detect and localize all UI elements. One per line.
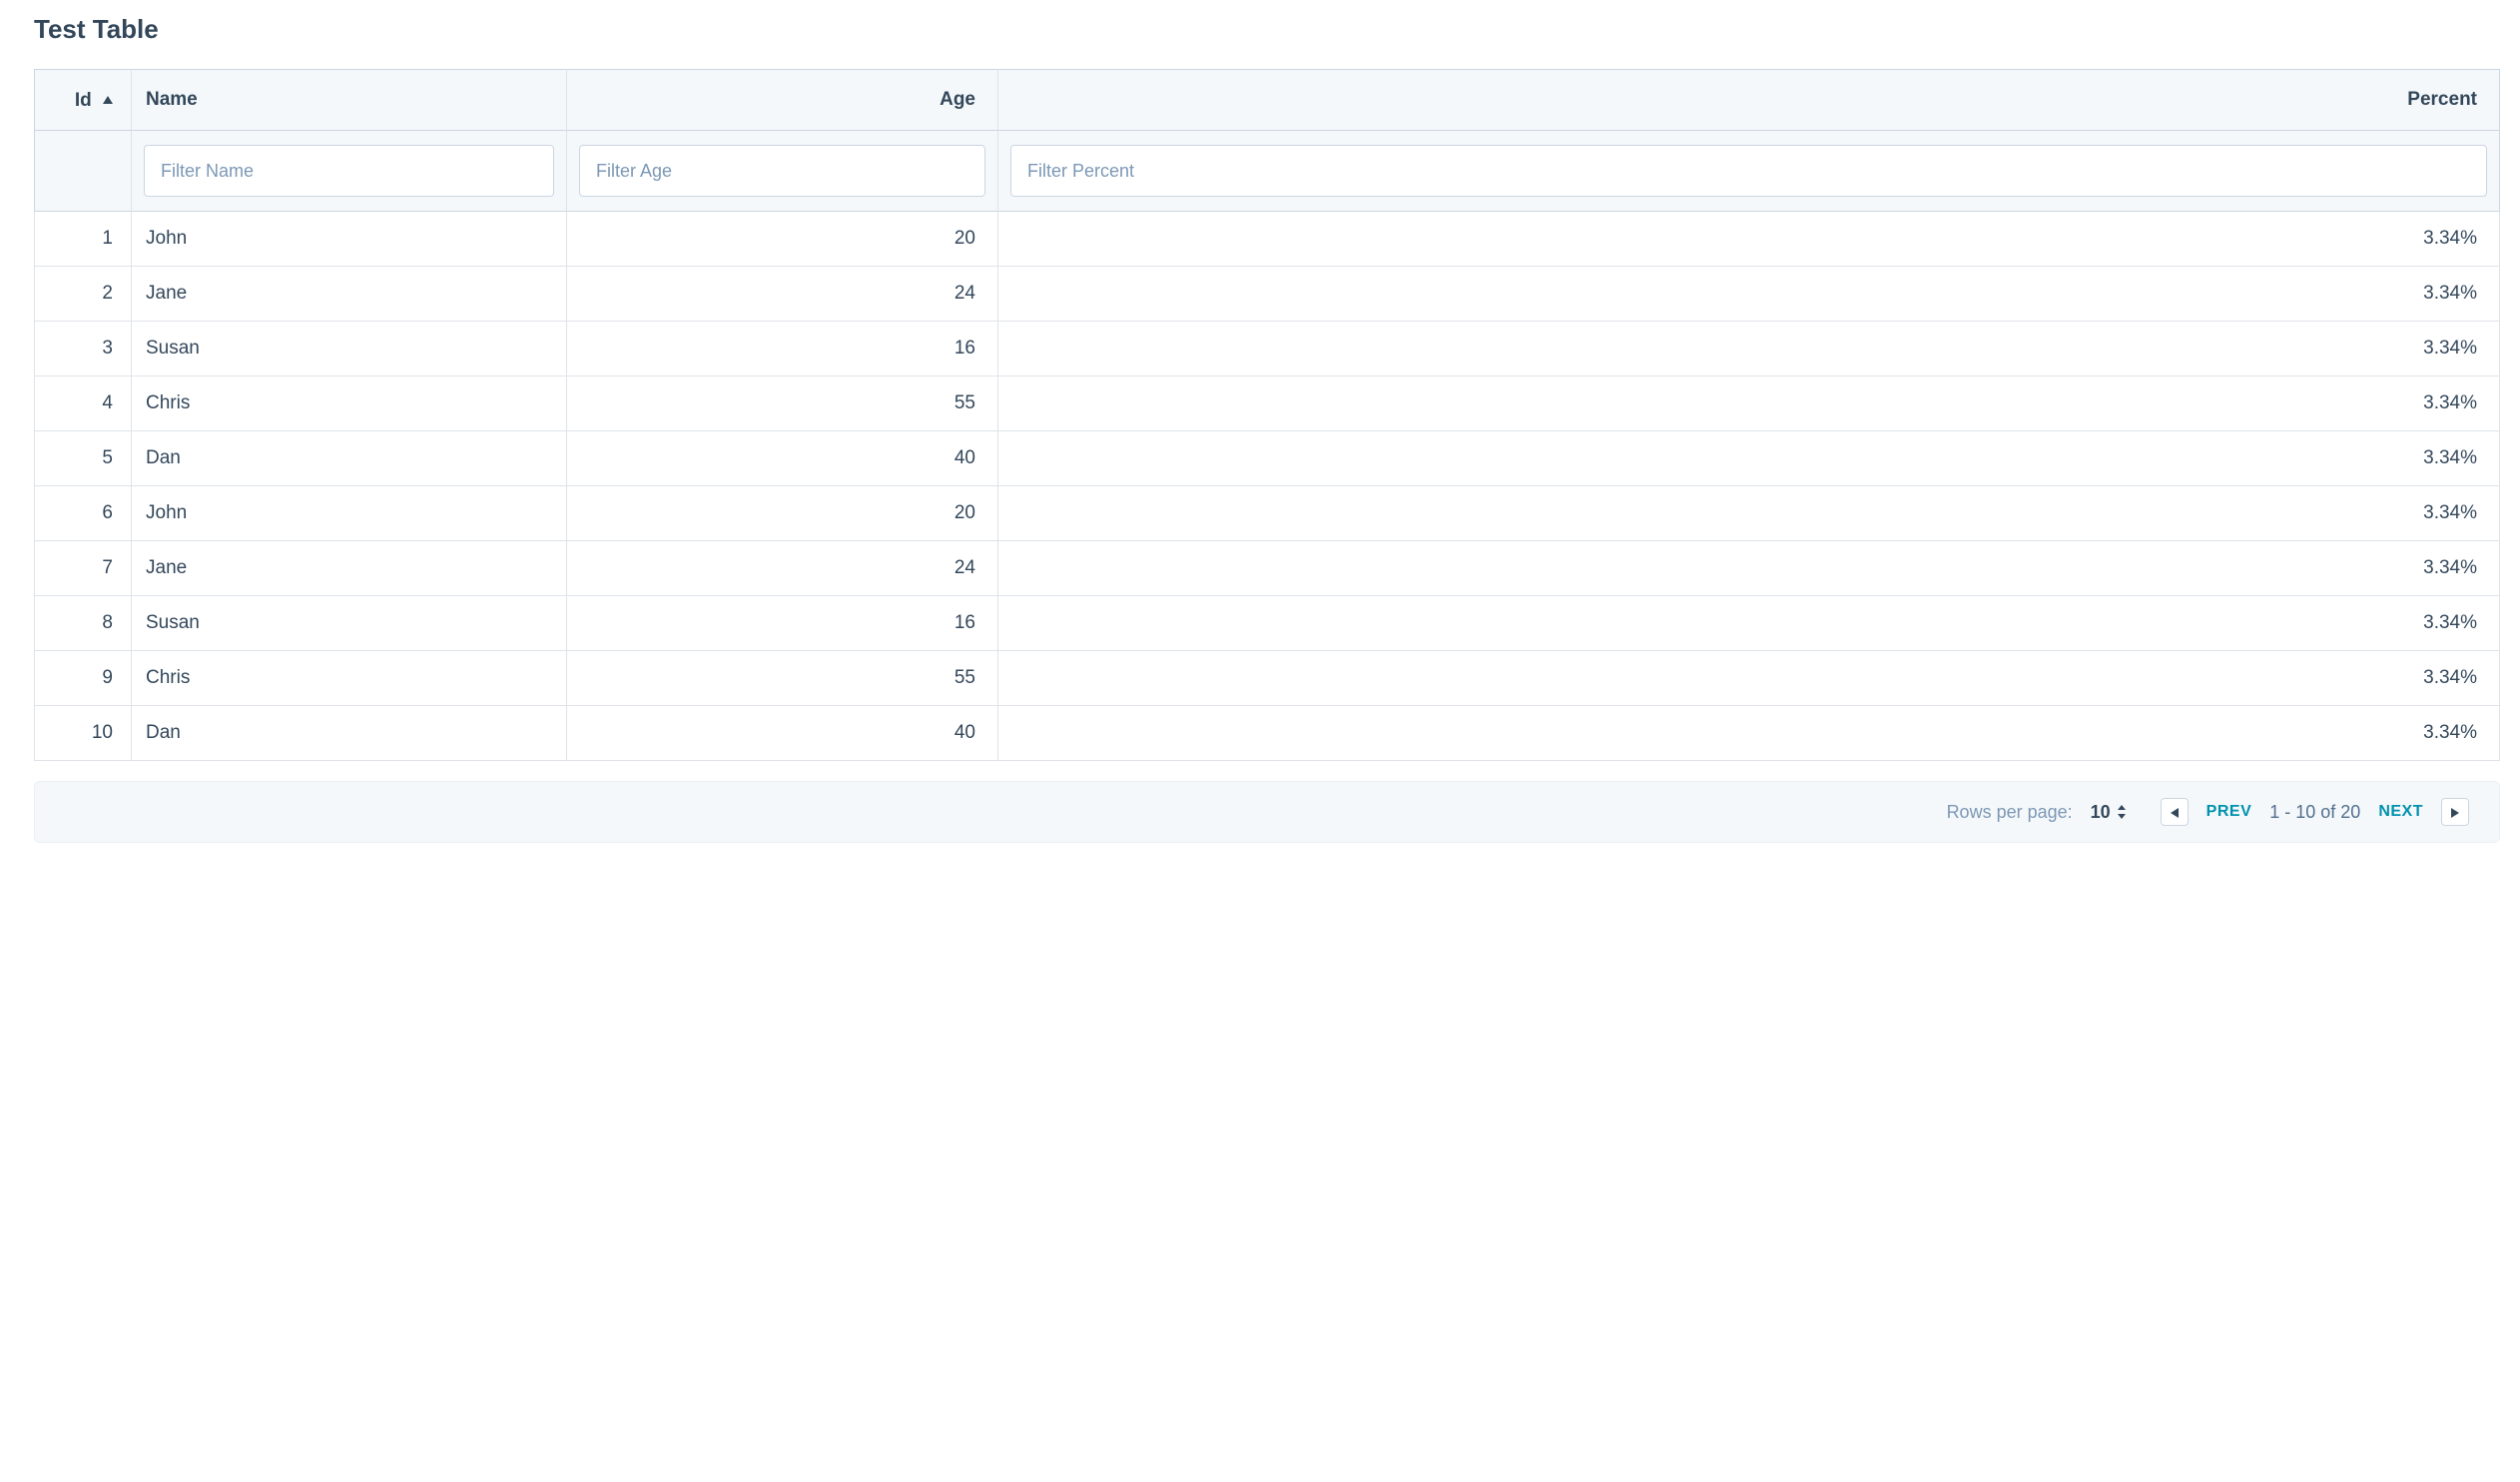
filter-input-age[interactable] (579, 145, 985, 197)
table-cell-id: 7 (34, 541, 132, 596)
table-row: 9Chris553.34% (34, 651, 2500, 706)
table-cell-percent: 3.34% (998, 541, 2500, 596)
table-cell-id: 6 (34, 486, 132, 541)
table-cell-name: Dan (132, 706, 567, 761)
prev-page-icon-button[interactable] (2161, 798, 2189, 826)
table-cell-id: 9 (34, 651, 132, 706)
filter-cell-age (567, 131, 998, 212)
caret-left-icon (2171, 802, 2179, 823)
table-cell-age: 16 (567, 596, 998, 651)
table-cell-age: 40 (567, 431, 998, 486)
table-cell-name: Chris (132, 651, 567, 706)
table-row: 1John203.34% (34, 212, 2500, 267)
data-table: Id Name Age Percent (34, 69, 2500, 761)
table-cell-percent: 3.34% (998, 431, 2500, 486)
table-cell-id: 5 (34, 431, 132, 486)
sort-asc-icon (103, 88, 113, 110)
table-cell-percent: 3.34% (998, 267, 2500, 322)
table-cell-name: Chris (132, 376, 567, 431)
pagination-bar: Rows per page: 10 PREV 1 - 10 of 20 NEXT (34, 781, 2500, 843)
table-cell-id: 8 (34, 596, 132, 651)
table-cell-age: 20 (567, 212, 998, 267)
table-cell-id: 10 (34, 706, 132, 761)
table-cell-age: 55 (567, 651, 998, 706)
table-row: 5Dan403.34% (34, 431, 2500, 486)
table-row: 7Jane243.34% (34, 541, 2500, 596)
filter-cell-name (132, 131, 567, 212)
table-cell-age: 20 (567, 486, 998, 541)
rows-per-page-label: Rows per page: (1947, 802, 2073, 823)
table-cell-percent: 3.34% (998, 596, 2500, 651)
column-header-name[interactable]: Name (132, 69, 567, 131)
table-row: 6John203.34% (34, 486, 2500, 541)
column-header-percent[interactable]: Percent (998, 69, 2500, 131)
table-row: 8Susan163.34% (34, 596, 2500, 651)
table-row: 2Jane243.34% (34, 267, 2500, 322)
pagination-range: 1 - 10 of 20 (2269, 802, 2360, 823)
table-header-row: Id Name Age Percent (34, 69, 2500, 131)
filter-input-percent[interactable] (1010, 145, 2487, 197)
table-cell-id: 1 (34, 212, 132, 267)
table-row: 10Dan403.34% (34, 706, 2500, 761)
table-cell-percent: 3.34% (998, 322, 2500, 376)
table-cell-name: Jane (132, 541, 567, 596)
table-cell-id: 2 (34, 267, 132, 322)
next-page-button[interactable]: NEXT (2378, 803, 2423, 821)
table-cell-percent: 3.34% (998, 651, 2500, 706)
table-filter-row (34, 131, 2500, 212)
filter-input-name[interactable] (144, 145, 554, 197)
column-header-age[interactable]: Age (567, 69, 998, 131)
table-row: 3Susan163.34% (34, 322, 2500, 376)
table-cell-percent: 3.34% (998, 706, 2500, 761)
table-cell-name: Susan (132, 596, 567, 651)
table-cell-name: Susan (132, 322, 567, 376)
table-cell-name: John (132, 212, 567, 267)
column-header-label: Id (75, 90, 92, 111)
table-cell-id: 4 (34, 376, 132, 431)
table-row: 4Chris553.34% (34, 376, 2500, 431)
column-header-label: Percent (2407, 89, 2477, 110)
select-updown-icon (2117, 805, 2127, 819)
filter-cell-id (34, 131, 132, 212)
table-cell-name: Dan (132, 431, 567, 486)
table-cell-age: 40 (567, 706, 998, 761)
rows-per-page: Rows per page: 10 (1947, 802, 2127, 823)
column-header-id[interactable]: Id (34, 69, 132, 131)
table-cell-percent: 3.34% (998, 486, 2500, 541)
table-cell-age: 16 (567, 322, 998, 376)
next-page-icon-button[interactable] (2441, 798, 2469, 826)
rows-per-page-select[interactable]: 10 (2091, 802, 2127, 823)
table-cell-name: John (132, 486, 567, 541)
column-header-label: Name (146, 89, 198, 110)
table-cell-percent: 3.34% (998, 212, 2500, 267)
table-cell-percent: 3.34% (998, 376, 2500, 431)
table-cell-name: Jane (132, 267, 567, 322)
rows-per-page-value: 10 (2091, 802, 2111, 823)
column-header-label: Age (940, 89, 975, 110)
pager-controls: PREV 1 - 10 of 20 NEXT (2161, 798, 2469, 826)
table-cell-age: 24 (567, 541, 998, 596)
table-cell-id: 3 (34, 322, 132, 376)
caret-right-icon (2451, 802, 2459, 823)
table-cell-age: 55 (567, 376, 998, 431)
page-title: Test Table (34, 14, 2500, 45)
filter-cell-percent (998, 131, 2500, 212)
table-cell-age: 24 (567, 267, 998, 322)
prev-page-button[interactable]: PREV (2206, 803, 2252, 821)
